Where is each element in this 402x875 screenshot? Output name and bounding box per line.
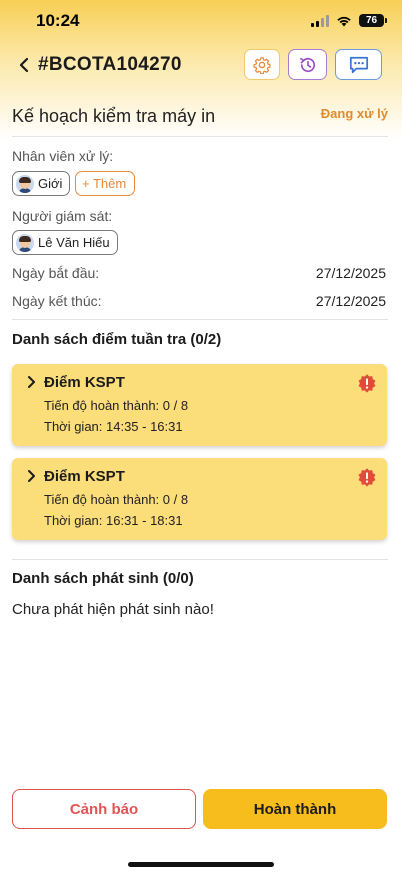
staff-label: Nhân viên xử lý: (12, 148, 114, 164)
divider (12, 559, 388, 560)
back-chevron-icon (19, 57, 29, 73)
app-header: #BCOTA104270 (0, 44, 402, 88)
start-date-value: 27/12/2025 (315, 265, 386, 281)
incidents-title: Danh sách phát sinh (0/0) (12, 570, 194, 587)
avatar (16, 233, 34, 252)
signal-icon (311, 14, 329, 27)
page-title: #BCOTA104270 (38, 54, 182, 75)
chat-button[interactable] (335, 49, 382, 80)
alert-icon (358, 374, 376, 393)
alert-icon (358, 468, 376, 487)
chevron-right-icon (28, 470, 35, 482)
start-date-label: Ngày bắt đầu: (12, 265, 100, 281)
checkpoint-card[interactable]: Điểm KSPT Tiến độ hoàn thành: 0 / 8 Thời… (12, 364, 387, 446)
settings-button[interactable] (244, 49, 280, 80)
checkpoint-time: Thời gian: 14:35 - 16:31 (44, 419, 183, 434)
staff-name: Giới (38, 176, 63, 191)
complete-button[interactable]: Hoàn thành (203, 789, 387, 829)
divider (12, 319, 388, 320)
avatar (16, 174, 34, 193)
wifi-icon (337, 16, 351, 26)
checkpoints-title: Danh sách điểm tuần tra (0/2) (12, 331, 222, 348)
checkpoint-time: Thời gian: 16:31 - 18:31 (44, 513, 183, 528)
staff-chip[interactable]: Giới (12, 171, 71, 196)
supervisor-label: Người giám sát: (12, 208, 113, 224)
checkpoint-card[interactable]: Điểm KSPT Tiến độ hoàn thành: 0 / 8 Thời… (12, 458, 387, 540)
supervisor-chip[interactable]: Lê Văn Hiếu (12, 230, 118, 255)
status-badge: Đang xử lý (320, 106, 388, 121)
chevron-right-icon (28, 376, 35, 388)
history-icon (299, 57, 315, 72)
battery-icon: 76 (359, 14, 387, 27)
incidents-empty-text: Chưa phát hiện phát sinh nào! (12, 601, 214, 618)
plan-header: Kế hoạch kiểm tra máy in Đang xử lý (12, 106, 388, 127)
checkpoint-progress: Tiến độ hoàn thành: 0 / 8 (44, 398, 189, 413)
warning-button[interactable]: Cảnh báo (12, 789, 196, 829)
settings-gear-icon (253, 56, 271, 74)
checkpoint-progress: Tiến độ hoàn thành: 0 / 8 (44, 492, 189, 507)
end-date-label: Ngày kết thúc: (12, 293, 102, 309)
status-bar: 10:24 76 (0, 0, 402, 44)
back-button[interactable] (14, 54, 34, 76)
add-staff-button[interactable]: + Thêm (75, 171, 136, 196)
divider (12, 136, 388, 137)
end-date-value: 27/12/2025 (315, 293, 386, 309)
home-indicator (128, 862, 274, 867)
checkpoint-name: Điểm KSPT (44, 468, 125, 485)
checkpoint-name: Điểm KSPT (44, 374, 125, 391)
status-time: 10:24 (36, 11, 80, 30)
history-button[interactable] (288, 49, 327, 80)
status-icons: 76 (311, 14, 387, 27)
chat-icon (349, 56, 368, 73)
supervisor-name: Lê Văn Hiếu (38, 235, 110, 250)
